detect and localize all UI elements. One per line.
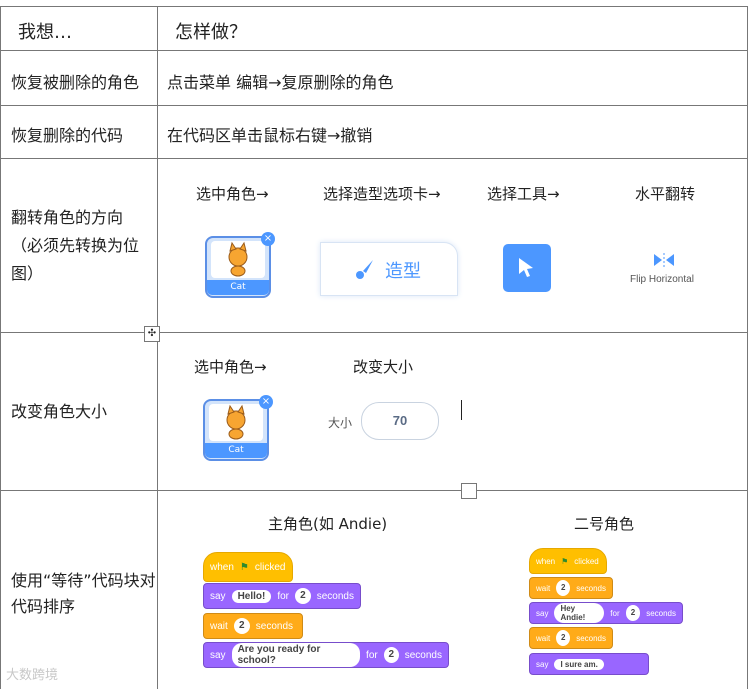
wait-seconds-block[interactable]: wait 2 seconds [529, 577, 613, 599]
instruction-table: 我想… 怎样做？ 恢复被删除的角色 点击菜单 编辑→复原删除的角色 恢复删除的代… [0, 6, 748, 689]
sprite-thumbnail[interactable]: Cat × [205, 232, 275, 298]
row1-how: 点击菜单 编辑→复原删除的角色 [167, 73, 394, 92]
say-text-input[interactable]: Hey Andie! [554, 603, 605, 623]
resize-handle[interactable] [461, 483, 477, 499]
second-sprite-title: 二号角色 [574, 515, 635, 533]
wait-seconds-block[interactable]: wait 2 seconds [203, 613, 303, 639]
row-divider [0, 158, 748, 159]
block-text: say [536, 608, 549, 618]
cat-icon [209, 404, 263, 441]
wait-seconds-block[interactable]: wait 2 seconds [529, 627, 613, 649]
block-text: say [536, 659, 549, 669]
row3-want: 翻转角色的方向（必须先转换为位图） [11, 208, 140, 283]
block-text: seconds [404, 649, 442, 661]
block-text: wait [210, 620, 228, 632]
seconds-input[interactable]: 2 [383, 647, 399, 663]
step-costume-tab: 选择造型选项卡→ [323, 185, 441, 203]
block-text: seconds [576, 633, 606, 643]
table-border [0, 6, 748, 7]
block-text: clicked [574, 556, 599, 566]
when-flag-clicked-block[interactable]: when ⚑ clicked [529, 548, 607, 574]
size-input[interactable]: 70 [361, 402, 439, 440]
row2-want: 恢复删除的代码 [11, 126, 124, 145]
say-block[interactable]: say I sure am. [529, 653, 649, 675]
cat-icon [211, 241, 265, 278]
block-text: wait [536, 583, 551, 593]
block-text: say [210, 649, 226, 661]
block-text: say [210, 590, 226, 602]
say-for-seconds-block[interactable]: say Hello! for 2 seconds [203, 583, 361, 609]
arrow-cursor-icon [517, 256, 537, 284]
row1-want: 恢复被删除的角色 [11, 73, 140, 92]
row4-want: 改变角色大小 [11, 402, 108, 421]
block-text: for [366, 649, 378, 661]
step-select-tool: 选择工具→ [487, 185, 560, 203]
text-cursor [461, 400, 462, 420]
say-text-input[interactable]: Are you ready for school? [231, 643, 361, 667]
block-text: for [277, 590, 290, 602]
seconds-input[interactable]: 2 [233, 618, 250, 634]
delete-icon[interactable]: × [259, 395, 273, 409]
flip-horizontal-label: Flip Horizontal [630, 274, 694, 285]
table-border [0, 6, 1, 689]
block-text: when [210, 561, 234, 573]
header-how: 怎样做？ [175, 22, 247, 43]
step-flip: 水平翻转 [635, 185, 696, 203]
seconds-input[interactable]: 2 [295, 588, 311, 604]
block-text: for [610, 608, 620, 618]
say-text-input[interactable]: Hello! [231, 589, 272, 603]
block-text: wait [536, 633, 551, 643]
header-want: 我想… [18, 22, 72, 43]
say-for-seconds-block[interactable]: say Hey Andie! for 2 seconds [529, 602, 683, 624]
brush-icon [353, 257, 377, 285]
watermark: 大数跨境 [6, 668, 59, 683]
sprite-name: Cat [205, 443, 267, 458]
step-change-size: 改变大小 [353, 358, 414, 376]
seconds-input[interactable]: 2 [625, 605, 641, 621]
costume-tab-label: 造型 [385, 261, 421, 282]
table-border [747, 6, 748, 689]
row-divider [0, 490, 748, 491]
table-move-handle[interactable]: ✣ [144, 326, 160, 342]
select-tool-button[interactable] [503, 244, 551, 292]
block-text: seconds [316, 590, 354, 602]
row-divider [0, 50, 748, 51]
block-text: when [536, 556, 556, 566]
row2-how: 在代码区单击鼠标右键→撤销 [167, 126, 373, 145]
seconds-input[interactable]: 2 [556, 580, 571, 596]
column-divider [157, 6, 158, 689]
main-sprite-title: 主角色(如 Andie) [268, 515, 388, 533]
green-flag-icon: ⚑ [561, 556, 569, 566]
say-text-input[interactable]: I sure am. [554, 658, 604, 670]
green-flag-icon: ⚑ [239, 561, 249, 573]
step-select-sprite: 选中角色→ [196, 185, 269, 203]
say-for-seconds-block[interactable]: say Are you ready for school? for 2 seco… [203, 642, 449, 668]
sprite-thumbnail[interactable]: Cat × [203, 395, 273, 461]
when-flag-clicked-block[interactable]: when ⚑ clicked [203, 552, 293, 582]
block-text: seconds [646, 608, 676, 618]
row5-want: 使用“等待”代码块对代码排序 [11, 571, 156, 616]
block-text: seconds [576, 583, 606, 593]
seconds-input[interactable]: 2 [556, 630, 571, 646]
step-select-sprite: 选中角色→ [194, 358, 267, 376]
row-divider [0, 332, 748, 333]
sprite-name: Cat [207, 280, 269, 295]
block-text: clicked [254, 561, 286, 573]
costume-tab[interactable]: 造型 [320, 242, 458, 296]
flip-horizontal-icon[interactable] [652, 252, 676, 271]
block-text: seconds [255, 620, 294, 632]
delete-icon[interactable]: × [261, 232, 275, 246]
size-label: 大小 [328, 416, 353, 430]
row-divider [0, 105, 748, 106]
